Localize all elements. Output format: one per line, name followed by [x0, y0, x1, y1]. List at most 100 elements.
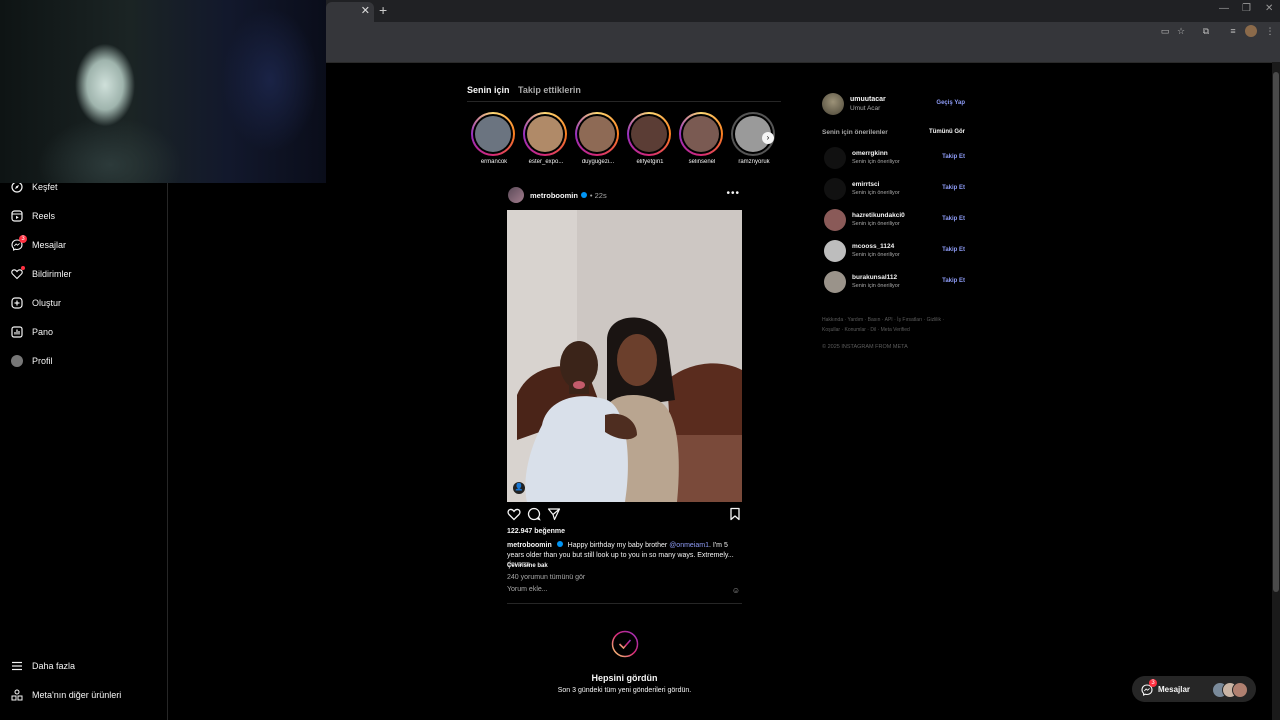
more-options-icon[interactable]: ••• — [726, 188, 740, 199]
suggestion-avatar[interactable] — [824, 147, 846, 169]
user-tag-icon[interactable]: 👤 — [513, 482, 525, 494]
follow-button[interactable]: Takip Et — [942, 154, 965, 160]
grid-squares-icon — [11, 689, 23, 701]
story-item[interactable]: duygugezi... — [575, 112, 621, 165]
messenger-icon: 3 — [1141, 679, 1157, 696]
post-author-avatar[interactable] — [508, 187, 524, 203]
recent-chat-avatars — [1212, 682, 1248, 698]
story-item[interactable]: selinsenel — [679, 112, 725, 165]
follow-button[interactable]: Takip Et — [942, 185, 965, 191]
avatar — [11, 355, 23, 367]
view-all-comments-link[interactable]: 240 yorumun tümünü gör — [507, 574, 585, 581]
page-scrollbar[interactable] — [1272, 62, 1280, 720]
nav-item-label: Profil — [32, 356, 53, 366]
stories-next-chevron-icon[interactable]: › — [762, 132, 774, 144]
suggestion-username[interactable]: emirrtsci — [852, 181, 879, 188]
story-ring — [575, 112, 619, 156]
follow-button[interactable]: Takip Et — [942, 247, 965, 253]
avatar — [1232, 682, 1248, 698]
messages-pill-label: Mesajlar — [1158, 685, 1191, 694]
add-comment-input[interactable]: Yorum ekle... ☺ — [507, 586, 742, 595]
story-username: ramznyoruk — [738, 159, 770, 165]
nav-item-dashboard[interactable]: Pano — [11, 323, 53, 341]
verified-badge-icon — [580, 192, 587, 198]
nav-item-more[interactable]: Daha fazla — [11, 657, 75, 675]
plus-square-icon — [11, 297, 23, 309]
share-send-icon[interactable] — [547, 507, 561, 521]
window-close-icon[interactable]: ✕ — [1265, 3, 1273, 14]
post-time[interactable]: 22s — [595, 191, 607, 200]
suggestion-username[interactable]: omerrgkinn — [852, 150, 888, 157]
suggestion-username[interactable]: hazretikundakci0 — [852, 212, 905, 219]
browser-profile-avatar[interactable] — [1245, 25, 1257, 37]
story-item[interactable]: elifyetgin1 — [627, 112, 673, 165]
caption-mention-link[interactable]: @onmeiam1 — [669, 542, 709, 549]
story-username: ester_expo... — [528, 159, 564, 165]
story-avatar — [631, 116, 667, 152]
see-all-button[interactable]: Tümünü Gör — [929, 129, 965, 135]
footer-links-line[interactable]: Koşullar · Konumlar · Dil · Meta Verifie… — [822, 325, 967, 335]
save-bookmark-icon[interactable] — [728, 507, 742, 521]
close-tab-icon[interactable]: ✕ — [361, 4, 370, 17]
story-ring — [471, 112, 515, 156]
suggestion-avatar[interactable] — [824, 178, 846, 200]
emoji-icon[interactable]: ☺ — [732, 586, 740, 595]
post-image[interactable]: 👤 — [507, 210, 742, 502]
nav-item-messages[interactable]: 3 Mesajlar — [11, 235, 66, 254]
messages-pill-button[interactable]: 3 Mesajlar — [1132, 676, 1256, 702]
tab-search-icon[interactable]: ≡ — [1228, 26, 1238, 36]
tab-following[interactable]: Takip ettiklerin — [518, 85, 581, 95]
nav-item-notifications[interactable]: Bildirimler — [11, 265, 72, 283]
story-avatar — [683, 116, 719, 152]
suggestion-avatar[interactable] — [824, 209, 846, 231]
story-username: selinsenel — [688, 159, 716, 165]
footer-links-line[interactable]: Hakkında · Yardım · Basın · API · İş Fır… — [822, 315, 967, 325]
nav-item-create[interactable]: Oluştur — [11, 294, 61, 312]
story-ring-inner — [473, 114, 513, 154]
all-caught-up: Hepsini gördün Son 3 gündeki tüm yeni gö… — [507, 630, 742, 694]
nav-item-label: Pano — [32, 327, 54, 337]
minimize-icon[interactable]: — — [1219, 3, 1229, 14]
suggestion-avatar[interactable] — [824, 271, 846, 293]
current-user-username[interactable]: umuutacar — [850, 96, 886, 103]
new-tab-icon[interactable]: + — [379, 2, 387, 18]
story-item[interactable]: ester_expo... — [523, 112, 569, 165]
browser-tab-active[interactable]: ✕ — [326, 2, 374, 22]
browser-menu-icon[interactable]: ⋮ — [1265, 26, 1275, 36]
comment-icon[interactable] — [527, 507, 541, 521]
story-ring-inner — [577, 114, 617, 154]
bookmark-star-icon[interactable]: ☆ — [1176, 26, 1186, 36]
extensions-icon[interactable]: ⧉ — [1201, 26, 1211, 36]
follow-button[interactable]: Takip Et — [942, 278, 965, 284]
suggestion-avatar[interactable] — [824, 240, 846, 262]
suggestion-row: burakunsal112 Senin için öneriliyor Taki… — [822, 271, 965, 293]
caption-username[interactable]: metroboomin — [507, 542, 552, 549]
story-item[interactable]: ermancok — [471, 112, 517, 165]
add-comment-placeholder: Yorum ekle... — [507, 586, 548, 593]
current-user-avatar[interactable] — [822, 93, 844, 115]
messages-badge: 3 — [19, 235, 27, 243]
suggestion-subtitle: Senin için öneriliyor — [852, 252, 900, 258]
like-heart-icon[interactable] — [507, 507, 521, 521]
nav-item-label: Daha fazla — [32, 661, 76, 671]
profile-icon-wrap — [11, 355, 23, 367]
copyright: © 2025 INSTAGRAM FROM META — [822, 344, 908, 350]
like-count[interactable]: 122.947 beğenme — [507, 528, 565, 535]
scrollbar-thumb[interactable] — [1273, 72, 1279, 592]
follow-button[interactable]: Takip Et — [942, 216, 965, 222]
nav-item-label: Meta'nın diğer ürünleri — [32, 690, 122, 700]
hamburger-menu-icon — [11, 660, 23, 672]
switch-account-button[interactable]: Geçiş Yap — [936, 100, 965, 106]
suggestion-username[interactable]: burakunsal112 — [852, 274, 897, 281]
tab-for-you[interactable]: Senin için — [467, 85, 510, 95]
post-author-username[interactable]: metroboomin — [530, 191, 578, 200]
suggestion-username[interactable]: mcooss_1124 — [852, 243, 894, 250]
see-translation-link[interactable]: Çevirisine bak — [507, 563, 548, 569]
nav-item-reels[interactable]: Reels — [11, 207, 55, 225]
checkmark-circle-icon — [611, 630, 639, 658]
cast-icon[interactable]: ▭ — [1160, 26, 1170, 36]
nav-item-meta-products[interactable]: Meta'nın diğer ürünleri — [11, 686, 121, 704]
maximize-icon[interactable]: ❐ — [1242, 3, 1251, 14]
nav-item-profile[interactable]: Profil — [11, 352, 53, 370]
story-ring-inner — [525, 114, 565, 154]
